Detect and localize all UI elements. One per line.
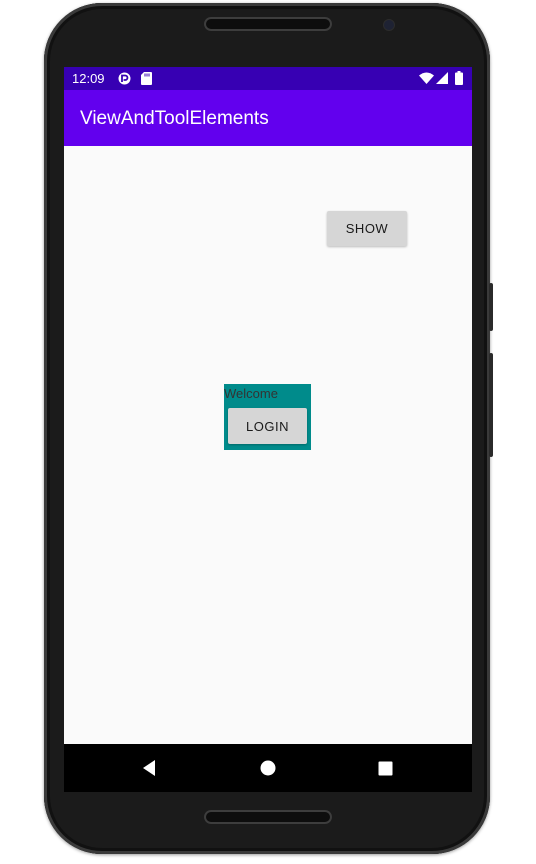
status-bar: 12:09 (64, 67, 472, 90)
recents-icon[interactable] (375, 758, 395, 778)
sd-card-icon (141, 72, 152, 88)
pocket-casts-icon (118, 72, 131, 88)
battery-icon (455, 71, 463, 88)
app-bar: ViewAndToolElements (64, 90, 472, 146)
app-title: ViewAndToolElements (80, 108, 269, 129)
front-camera (384, 20, 394, 30)
login-panel: Welcome LOGIN (224, 384, 311, 450)
home-icon[interactable] (258, 758, 278, 778)
welcome-label: Welcome (224, 386, 278, 401)
wifi-icon (419, 72, 434, 87)
main-content: SHOW Welcome LOGIN (64, 146, 472, 744)
status-time: 12:09 (72, 71, 105, 86)
device-screen: 12:09 ViewAndToolElements SHOW Welcome L… (64, 67, 472, 792)
volume-button (489, 353, 493, 457)
login-button[interactable]: LOGIN (228, 408, 307, 444)
power-button (489, 283, 493, 331)
cellular-signal-icon (436, 72, 448, 87)
bottom-speaker (204, 810, 332, 824)
navigation-bar (64, 744, 472, 792)
show-button[interactable]: SHOW (327, 211, 407, 246)
back-icon[interactable] (139, 758, 159, 778)
top-speaker (204, 17, 332, 31)
